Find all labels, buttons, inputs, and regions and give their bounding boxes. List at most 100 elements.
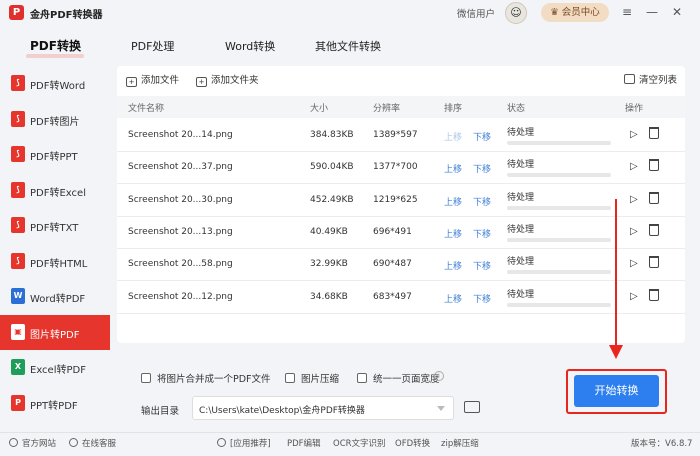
merge-option[interactable]: 将图片合并成一个PDF文件 — [141, 371, 271, 385]
play-icon[interactable]: ▷ — [630, 129, 638, 140]
trash-icon[interactable] — [649, 288, 659, 301]
footer-link-pdf-edit[interactable]: PDF编辑 — [287, 437, 321, 449]
move-down-link[interactable]: 下移 — [473, 259, 491, 272]
compress-label: 图片压缩 — [301, 374, 340, 385]
sidebar-item-8[interactable]: X Excel转PDF — [0, 350, 110, 385]
trash-icon[interactable] — [649, 191, 659, 204]
main-tabs: PDF转换 PDF处理 Word转换 其他文件转换 — [0, 30, 700, 64]
close-icon[interactable]: ✕ — [668, 3, 686, 21]
footer-link-zip[interactable]: zip解压缩 — [441, 437, 479, 449]
unify-width-option[interactable]: 统一一页面宽度 — [357, 371, 440, 385]
status-text: 待处理 — [507, 192, 535, 203]
move-up-link[interactable]: 上移 — [444, 130, 462, 143]
folder-open-icon[interactable] — [464, 401, 480, 413]
sidebar-item-2[interactable]: ⟆ PDF转PPT — [0, 137, 110, 172]
sidebar-item-4[interactable]: ⟆ PDF转TXT — [0, 208, 110, 243]
chevron-down-icon[interactable] — [437, 406, 445, 411]
sidebar-item-7[interactable]: ▣ 图片转PDF — [0, 314, 110, 350]
move-down-link[interactable]: 下移 — [473, 162, 491, 175]
file-size: 384.83KB — [310, 130, 354, 140]
tab-word-convert[interactable]: Word转换 — [225, 38, 275, 54]
progress-bar — [507, 237, 611, 242]
home-icon — [9, 438, 18, 447]
version-label: 版本号： — [631, 439, 666, 449]
add-file-button[interactable]: + 添加文件 — [126, 72, 179, 87]
header-resolution: 分辨率 — [373, 104, 401, 114]
footer-link-ocr[interactable]: OCR文字识别 — [333, 437, 386, 449]
add-folder-button[interactable]: + 添加文件夹 — [196, 72, 259, 87]
table-row[interactable]: Screenshot 20...58.png 32.99KB 690*487 上移 下移… — [117, 249, 685, 282]
menu-icon[interactable]: ≡ — [618, 3, 636, 21]
tab-pdf-process[interactable]: PDF处理 — [131, 38, 174, 54]
output-dir-label: 输出目录 — [141, 406, 180, 417]
sidebar-item-3[interactable]: ⟆ PDF转Excel — [0, 173, 110, 208]
trash-icon[interactable] — [649, 127, 659, 139]
sidebar-item-label: PDF转HTML — [30, 258, 88, 270]
move-down-link[interactable]: 下移 — [473, 130, 491, 143]
play-icon[interactable]: ▷ — [630, 291, 638, 302]
trash-icon[interactable] — [649, 223, 659, 236]
move-up-link[interactable]: 上移 — [444, 227, 462, 240]
version-info: 版本号：V6.8.7 — [631, 437, 692, 449]
footer-link-ofd[interactable]: OFD转换 — [395, 437, 430, 449]
table-row[interactable]: Screenshot 20...12.png 34.68KB 683*497 上移 下移… — [117, 282, 685, 314]
sidebar-item-5[interactable]: ⟆ PDF转HTML — [0, 244, 110, 279]
info-icon[interactable]: i — [434, 371, 444, 381]
sidebar-item-9[interactable]: P PPT转PDF — [0, 386, 110, 421]
sidebar-item-label: 图片转PDF — [30, 329, 80, 341]
play-icon[interactable]: ▷ — [630, 258, 638, 269]
trash-icon[interactable] — [649, 159, 659, 172]
status-text: 待处理 — [507, 128, 535, 138]
table-header: 文件名称 大小 分辨率 排序 状态 操作 — [117, 96, 685, 118]
tab-pdf-convert[interactable]: PDF转换 — [30, 37, 81, 54]
website-link[interactable]: 官方网站 — [9, 437, 56, 449]
compress-option[interactable]: 图片压缩 — [285, 371, 339, 385]
excel-file-icon: X — [11, 359, 25, 375]
move-down-link[interactable]: 下移 — [473, 292, 491, 305]
vip-center-label: 会员中心 — [561, 7, 600, 18]
table-row[interactable]: Screenshot 20...13.png 40.49KB 696*491 上移 下移… — [117, 217, 685, 249]
status-text: 待处理 — [507, 160, 535, 171]
progress-bar — [507, 173, 611, 178]
app-title: 金舟PDF转换器 — [30, 10, 103, 21]
sidebar-item-1[interactable]: ⟆ PDF转图片 — [0, 102, 110, 137]
table-row[interactable]: Screenshot 20...30.png 452.49KB 1219*625 上移… — [117, 185, 685, 217]
recommend-icon — [217, 438, 226, 447]
trash-icon[interactable] — [649, 256, 659, 269]
progress-bar — [507, 270, 611, 275]
file-resolution: 1377*700 — [373, 162, 418, 173]
header-size: 大小 — [310, 104, 329, 114]
play-icon[interactable]: ▷ — [630, 226, 638, 237]
table-row[interactable]: Screenshot 20...37.png 590.04KB 1377*700 上移… — [117, 152, 685, 185]
service-link[interactable]: 在线客服 — [69, 437, 116, 449]
move-up-link[interactable]: 上移 — [444, 259, 462, 272]
move-up-link[interactable]: 上移 — [444, 292, 462, 305]
file-resolution: 696*491 — [373, 226, 412, 237]
file-resolution: 690*487 — [373, 259, 412, 270]
minimize-icon[interactable]: — — [643, 3, 661, 21]
move-up-link[interactable]: 上移 — [444, 162, 462, 175]
sidebar-item-0[interactable]: ⟆ PDF转Word — [0, 66, 110, 101]
sidebar-item-6[interactable]: W Word转PDF — [0, 279, 110, 314]
clear-list-button[interactable]: 清空列表 — [624, 72, 677, 86]
sidebar-item-label: Word转PDF — [30, 294, 86, 305]
play-icon[interactable]: ▷ — [630, 194, 638, 205]
unify-width-checkbox[interactable] — [357, 373, 367, 383]
user-name[interactable]: 微信用户 — [457, 6, 495, 20]
header-action: 操作 — [625, 104, 644, 114]
vip-center-button[interactable]: ♛ 会员中心 — [541, 3, 609, 22]
avatar[interactable]: ☺ — [505, 2, 527, 24]
tab-other-convert[interactable]: 其他文件转换 — [315, 38, 381, 54]
move-down-link[interactable]: 下移 — [473, 227, 491, 240]
merge-checkbox[interactable] — [141, 373, 151, 383]
add-file-label: 添加文件 — [141, 75, 180, 86]
table-row[interactable]: Screenshot 20...14.png 384.83KB 1389*597 上移… — [117, 120, 685, 152]
compress-checkbox[interactable] — [285, 373, 295, 383]
move-up-link[interactable]: 上移 — [444, 195, 462, 208]
move-down-link[interactable]: 下移 — [473, 195, 491, 208]
output-dir-select[interactable]: C:\Users\kate\Desktop\金舟PDF转换器 — [192, 396, 454, 420]
add-folder-icon: + — [196, 77, 207, 87]
play-icon[interactable]: ▷ — [630, 161, 638, 172]
start-convert-button[interactable]: 开始转换 — [574, 375, 659, 407]
pdf-file-icon: ⟆ — [11, 181, 25, 198]
